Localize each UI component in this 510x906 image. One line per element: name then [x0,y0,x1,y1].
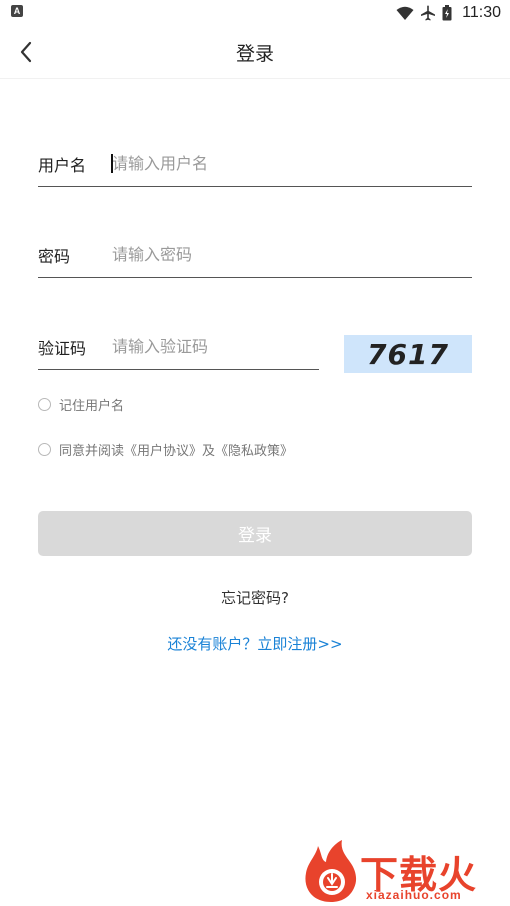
watermark: 下载火 xiazaihuo.com [300,838,510,906]
agree-label[interactable]: 同意并阅读《用户协议》及《隐私政策》 [59,440,293,459]
battery-icon [442,5,452,21]
password-label: 密码 [38,247,71,266]
username-input[interactable] [112,148,468,178]
notification-a-icon: A [11,5,23,17]
username-label: 用户名 [38,156,87,175]
wifi-icon [396,6,414,20]
remember-label: 记住用户名 [59,398,125,414]
forgot-password-link[interactable]: 忘记密码? [0,587,510,608]
status-time: 11:30 [462,4,501,21]
captcha-input[interactable] [112,331,316,361]
remember-username-option[interactable]: 记住用户名 [38,394,124,414]
watermark-domain: xiazaihuo.com [366,888,462,902]
page-title: 登录 [235,43,274,65]
agree-terms-option[interactable]: 同意并阅读《用户协议》及《隐私政策》 [38,439,293,459]
header-bar: 登录 [0,26,510,79]
password-input[interactable] [112,239,468,269]
status-icons: 11:30 [396,3,501,23]
captcha-field: 验证码 [38,325,319,370]
remember-radio[interactable] [38,397,51,411]
captcha-code: 7617 [367,337,449,371]
login-button[interactable]: 登录 [38,511,472,556]
password-field: 密码 [38,233,472,278]
captcha-image[interactable]: 7617 [344,335,472,373]
text-cursor [111,154,113,173]
register-link[interactable]: 还没有账户？立即注册>> [0,633,510,654]
username-field: 用户名 [38,142,472,187]
flame-logo-icon [305,840,357,902]
airplane-icon [421,5,436,21]
captcha-label: 验证码 [38,339,87,358]
status-bar: A 11:30 [0,0,510,26]
agree-radio[interactable] [38,442,51,456]
